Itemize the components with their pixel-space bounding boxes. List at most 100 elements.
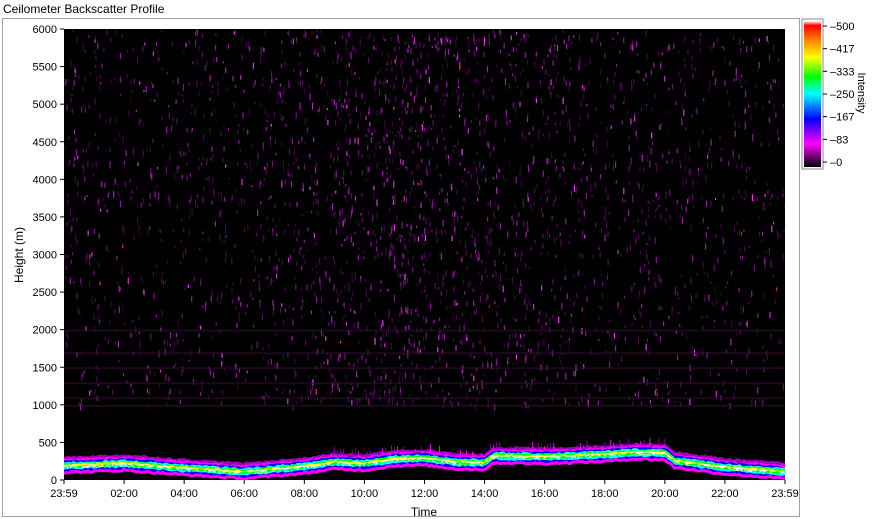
noise-band	[64, 382, 785, 385]
noise-speckle	[301, 188, 303, 192]
noise-speckle	[335, 51, 337, 54]
noise-speckle	[484, 235, 486, 240]
noise-speckle	[556, 236, 558, 240]
noise-speckle	[742, 41, 745, 44]
noise-speckle	[279, 216, 281, 221]
noise-speckle	[364, 101, 366, 105]
noise-speckle	[74, 74, 77, 77]
noise-speckle	[144, 42, 146, 46]
noise-speckle	[452, 146, 454, 154]
noise-speckle	[463, 280, 465, 284]
noise-speckle	[699, 37, 701, 44]
noise-speckle	[127, 271, 129, 275]
noise-speckle	[470, 173, 472, 180]
layer-speckle	[501, 456, 503, 458]
noise-speckle	[70, 59, 72, 67]
noise-speckle	[451, 235, 453, 242]
noise-speckle	[780, 232, 782, 238]
noise-speckle	[394, 194, 396, 199]
noise-speckle	[208, 237, 210, 242]
noise-speckle	[205, 301, 207, 307]
noise-speckle	[269, 280, 271, 287]
noise-speckle	[342, 272, 344, 275]
noise-speckle	[258, 274, 260, 278]
noise-speckle	[176, 204, 178, 209]
noise-speckle	[609, 361, 611, 368]
noise-speckle	[161, 67, 163, 71]
noise-speckle	[633, 229, 635, 232]
noise-speckle	[595, 147, 597, 155]
noise-speckle	[179, 150, 181, 155]
noise-speckle	[272, 299, 274, 305]
noise-speckle	[283, 389, 285, 392]
noise-speckle	[715, 197, 717, 201]
layer-speckle	[408, 459, 410, 461]
noise-speckle	[333, 259, 336, 265]
noise-speckle	[236, 189, 238, 192]
noise-speckle	[266, 216, 268, 220]
noise-speckle	[76, 218, 78, 221]
noise-speckle	[606, 79, 609, 84]
noise-speckle	[612, 45, 614, 49]
noise-speckle	[441, 188, 443, 193]
noise-speckle	[769, 311, 771, 318]
noise-speckle	[579, 168, 581, 171]
noise-speckle	[491, 77, 493, 83]
noise-speckle	[293, 161, 295, 165]
noise-speckle	[89, 390, 91, 396]
noise-speckle	[196, 80, 198, 87]
noise-speckle	[440, 253, 442, 260]
layer-speckle	[92, 465, 94, 467]
noise-speckle	[181, 369, 183, 376]
noise-speckle	[315, 335, 317, 340]
noise-speckle	[677, 148, 679, 152]
layer-speckle	[543, 458, 545, 460]
noise-speckle	[555, 78, 558, 84]
noise-speckle	[344, 285, 346, 290]
noise-speckle	[657, 196, 659, 201]
noise-speckle	[548, 388, 550, 393]
noise-speckle	[472, 343, 474, 348]
noise-speckle	[483, 51, 485, 58]
noise-speckle	[708, 147, 710, 152]
noise-speckle	[476, 178, 478, 186]
noise-speckle	[316, 73, 318, 79]
noise-speckle	[128, 110, 130, 116]
x-tick-label: 23:59	[771, 488, 799, 500]
noise-speckle	[764, 267, 766, 270]
noise-speckle	[357, 137, 359, 145]
noise-speckle	[470, 120, 472, 123]
noise-speckle	[275, 250, 277, 257]
noise-speckle	[745, 80, 747, 84]
noise-speckle	[340, 89, 342, 93]
noise-speckle	[319, 261, 321, 266]
noise-speckle	[647, 213, 649, 218]
noise-speckle	[423, 337, 425, 342]
noise-speckle	[604, 234, 606, 242]
noise-speckle	[399, 127, 402, 131]
noise-speckle	[410, 225, 412, 231]
noise-speckle	[313, 232, 315, 238]
noise-speckle	[770, 333, 772, 339]
noise-speckle	[738, 287, 740, 293]
noise-speckle	[392, 196, 394, 200]
noise-speckle	[413, 180, 415, 186]
noise-speckle	[68, 136, 70, 140]
noise-speckle	[559, 172, 561, 179]
noise-speckle	[551, 314, 553, 319]
noise-speckle	[304, 88, 306, 95]
noise-speckle	[99, 113, 101, 118]
noise-speckle	[691, 63, 693, 70]
noise-speckle	[338, 355, 340, 362]
noise-speckle	[256, 162, 258, 165]
noise-speckle	[668, 151, 670, 155]
noise-speckle	[419, 376, 421, 383]
noise-speckle	[142, 46, 144, 53]
noise-speckle	[123, 160, 125, 165]
noise-speckle	[618, 386, 621, 391]
noise-speckle	[663, 321, 665, 326]
noise-speckle	[770, 260, 772, 268]
noise-speckle	[369, 392, 371, 396]
noise-speckle	[348, 288, 350, 292]
noise-speckle	[455, 345, 457, 351]
